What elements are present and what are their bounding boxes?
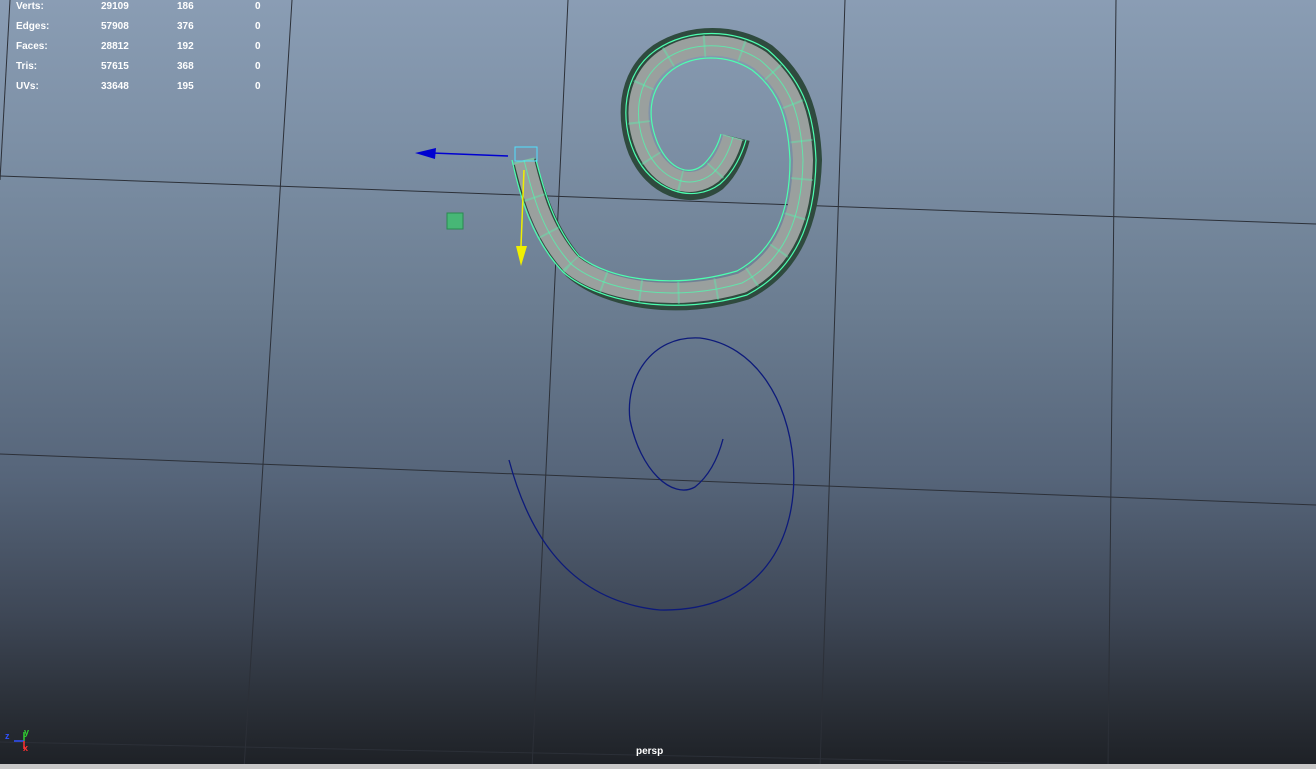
grid-line [819,0,846,769]
axis-y-label: y [24,727,30,737]
manipulator-y-arrow [516,246,527,266]
hud-selected: 186 [177,1,194,12]
grid-line [0,453,1316,506]
hud-selected: 368 [177,61,194,72]
ground-grid [0,0,1316,769]
hud-total: 57908 [101,21,129,32]
hud-components: 0 [255,21,261,32]
viewport-bottom-border [0,764,1316,769]
hud-label: Verts: [16,1,44,12]
hud-label: Edges: [16,21,50,32]
perspective-viewport[interactable]: Verts: 29109 186 0 Edges: 57908 376 0 Fa… [0,0,1316,769]
mesh-faces [514,35,813,304]
hud-row-edges: Edges: 57908 376 0 [0,21,300,35]
hud-row-tris: Tris: 57615 368 0 [0,61,300,75]
hud-label: Faces: [16,41,48,52]
manipulator-x-axis [431,152,509,157]
axis-x-label: x [23,743,29,753]
grid-line [1107,0,1117,769]
hud-row-faces: Faces: 28812 192 0 [0,41,300,55]
hud-selected: 376 [177,21,194,32]
hud-total: 33648 [101,81,129,92]
hud-row-uvs: UVs: 33648 195 0 [0,81,300,95]
spiral-mesh[interactable] [511,28,822,311]
grid-line [531,0,569,769]
hud-label: Tris: [16,61,38,72]
axis-z-label: z [5,731,10,741]
hud-components: 0 [255,41,261,52]
hud-components: 0 [255,61,261,72]
hud-selected: 192 [177,41,194,52]
hud-label: UVs: [16,81,39,92]
heads-up-display-poly-count: Verts: 29109 186 0 Edges: 57908 376 0 Fa… [0,0,300,100]
hud-total: 28812 [101,41,129,52]
scene-canvas[interactable] [0,0,1316,769]
camera-name-label: persp [636,746,664,757]
hud-selected: 195 [177,81,194,92]
pivot-handle [446,212,464,230]
view-axis-triad: z y x [4,727,36,755]
manipulator-x-arrow [415,148,436,159]
hud-total: 57615 [101,61,129,72]
nurbs-curve[interactable] [508,337,795,611]
hud-total: 29109 [101,1,129,12]
grid-line [243,0,293,769]
hud-row-verts: Verts: 29109 186 0 [0,1,300,15]
spiral-curve [508,337,795,611]
hud-components: 0 [255,81,261,92]
hud-components: 0 [255,1,261,12]
